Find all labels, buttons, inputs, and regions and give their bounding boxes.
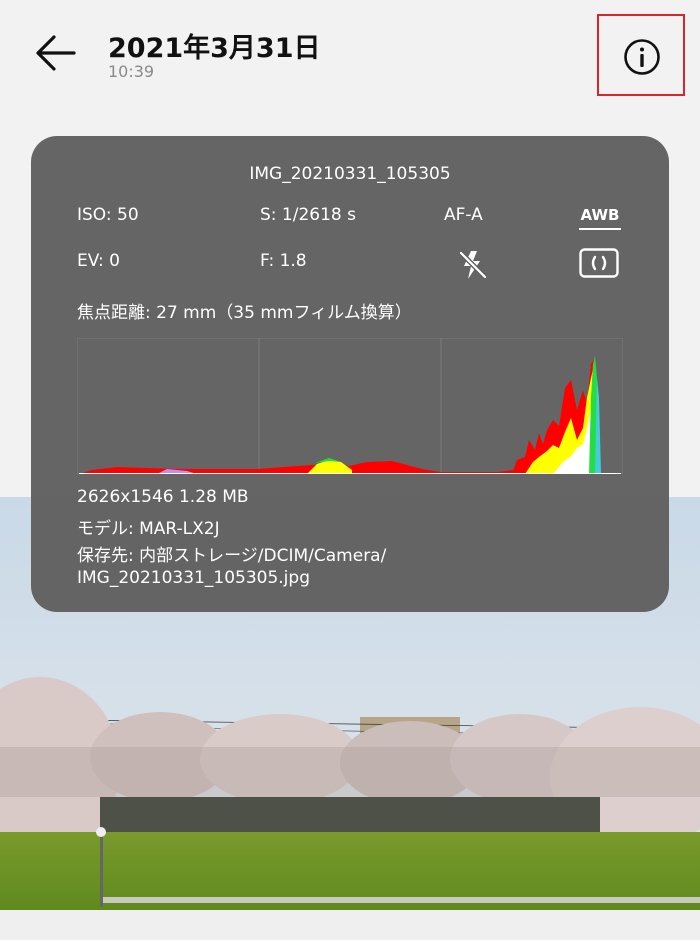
shutter-speed: S: 1/2618 s (260, 205, 356, 225)
top-bar: 2021年3月31日 10:39 (0, 0, 700, 110)
exposure-value: EV: 0 (77, 251, 120, 271)
focal-length: 焦点距離: 27 mm（35 mmフィルム換算） (77, 303, 412, 323)
histogram-chart (77, 338, 623, 474)
info-button[interactable] (597, 14, 685, 96)
storage-path: 保存先: 内部ストレージ/DCIM/Camera/ (77, 546, 387, 566)
photo-details-panel: IMG_20210331_105305 ISO: 50 S: 1/2618 s … (31, 136, 669, 612)
bottom-bar (0, 910, 700, 940)
iso-value: ISO: 50 (77, 205, 139, 225)
file-name: IMG_20210331_105305 (249, 164, 451, 184)
back-button[interactable] (30, 28, 80, 78)
flash-off-icon (459, 251, 487, 279)
page-title: 2021年3月31日 (108, 33, 321, 64)
white-balance: AWB (579, 206, 621, 230)
focus-mode: AF-A (444, 205, 483, 225)
arrow-left-icon (36, 35, 76, 71)
photo-time: 10:39 (108, 62, 155, 81)
storage-file: IMG_20210331_105305.jpg (77, 568, 310, 588)
aperture-value: F: 1.8 (260, 251, 307, 271)
metering-mode-icon (579, 248, 619, 278)
resolution-size: 2626x1546 1.28 MB (77, 487, 249, 507)
info-circle-icon (624, 39, 660, 75)
device-model: モデル: MAR-LX2J (77, 519, 220, 539)
